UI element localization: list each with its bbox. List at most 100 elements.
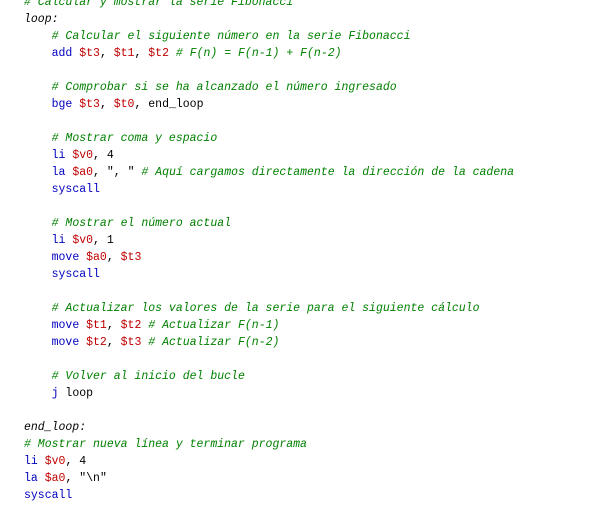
code-token-comment: # Mostrar nueva línea y terminar program…: [24, 438, 307, 451]
code-token-comment: # Aquí cargamos directamente la direcció…: [141, 166, 515, 179]
code-token-instr: syscall: [51, 268, 100, 281]
code-token-comment: # F(n) = F(n-1) + F(n-2): [175, 47, 342, 60]
code-line: bge $t3, $t0, end_loop: [24, 96, 610, 113]
code-token-plain: ,: [93, 234, 107, 247]
code-token-comment: # Mostrar el número actual: [51, 217, 232, 230]
code-line: li $v0, 4: [24, 147, 610, 164]
code-line: # Mostrar coma y espacio: [24, 130, 610, 147]
code-token-plain: ,: [106, 251, 121, 264]
code-token-reg: $t0: [113, 98, 135, 111]
code-line: j loop: [24, 385, 610, 402]
code-token-plain: ,: [106, 319, 121, 332]
code-line: end_loop:: [24, 419, 610, 436]
code-token-instr: j: [51, 387, 66, 400]
code-token-plain: ,: [99, 47, 114, 60]
code-token-reg: $t2: [120, 319, 142, 332]
code-token-instr: syscall: [51, 183, 100, 196]
code-token-comment: # Calcular el siguiente número en la ser…: [51, 30, 411, 43]
code-token-reg: $t3: [79, 98, 100, 111]
code-token-instr: syscall: [24, 489, 73, 502]
code-token-reg: $a0: [44, 472, 66, 485]
code-token-str: ", ": [106, 166, 135, 179]
code-token-label: end_loop:: [24, 421, 87, 434]
code-token-comment: # Actualizar F(n-1): [148, 319, 280, 332]
code-line: # Actualizar los valores de la serie par…: [24, 300, 610, 317]
code-line: li $v0, 1: [24, 232, 610, 249]
code-token-comment: # Actualizar F(n-2): [148, 336, 280, 349]
code-token-plain: , end_loop: [134, 98, 204, 111]
code-token-plain: ,: [65, 455, 80, 468]
code-token-instr: move: [51, 251, 87, 264]
code-line: syscall: [24, 266, 610, 283]
code-token-reg: $a0: [72, 166, 94, 179]
code-line: # Mostrar el número actual: [24, 215, 610, 232]
code-token-plain: ,: [93, 149, 107, 162]
code-line: la $a0, "\n": [24, 470, 610, 487]
code-line: la $a0, ", " # Aquí cargamos directament…: [24, 164, 610, 181]
code-line: syscall: [24, 487, 610, 504]
code-line: # Calcular el siguiente número en la ser…: [24, 28, 610, 45]
code-token-num: 4: [106, 149, 114, 162]
code-token-num: 1: [106, 234, 114, 247]
code-token-num: 4: [79, 455, 87, 468]
code-token-reg: $t1: [86, 319, 107, 332]
code-line: # Volver al inicio del bucle: [24, 368, 610, 385]
code-line: move $t2, $t3 # Actualizar F(n-2): [24, 334, 610, 351]
code-line: li $v0, 4: [24, 453, 610, 470]
code-token-instr: bge: [51, 98, 80, 111]
code-token-reg: $v0: [44, 455, 66, 468]
code-token-comment: # Actualizar los valores de la serie par…: [51, 302, 480, 315]
code-token-plain: ,: [65, 472, 80, 485]
code-token-instr: la: [51, 166, 73, 179]
code-token-comment: # Mostrar coma y espacio: [51, 132, 218, 145]
code-line: add $t3, $t1, $t2 # F(n) = F(n-1) + F(n-…: [24, 45, 610, 62]
code-token-reg: $v0: [72, 149, 94, 162]
code-token-plain: ,: [106, 336, 121, 349]
code-editor[interactable]: # Calcular y mostrar la serie Fibonacci l…: [24, 0, 610, 504]
code-token-instr: add: [51, 47, 80, 60]
code-token-plain: ,: [99, 98, 114, 111]
code-token-plain: ,: [134, 47, 149, 60]
code-token-instr: li: [24, 455, 45, 468]
code-token-instr: move: [51, 319, 87, 332]
code-token-instr: move: [51, 336, 87, 349]
code-token-reg: $t2: [86, 336, 107, 349]
code-line: move $a0, $t3: [24, 249, 610, 266]
code-token-plain: loop: [65, 387, 94, 400]
code-line: # Calcular y mostrar la serie Fibonacci: [24, 0, 610, 11]
code-token-label: loop:: [24, 13, 59, 26]
code-token-reg: $t3: [120, 336, 142, 349]
code-token-plain: ,: [93, 166, 107, 179]
code-line: syscall: [24, 181, 610, 198]
code-token-reg: $t3: [79, 47, 100, 60]
code-token-reg: $t3: [120, 251, 142, 264]
code-line: # Comprobar si se ha alcanzado el número…: [24, 79, 610, 96]
code-token-reg: $a0: [86, 251, 107, 264]
code-token-instr: li: [51, 234, 73, 247]
code-token-instr: la: [24, 472, 45, 485]
code-token-str: "\n": [79, 472, 107, 485]
code-line: move $t1, $t2 # Actualizar F(n-1): [24, 317, 610, 334]
code-token-reg: $t1: [113, 47, 135, 60]
code-token-reg: $t2: [148, 47, 169, 60]
